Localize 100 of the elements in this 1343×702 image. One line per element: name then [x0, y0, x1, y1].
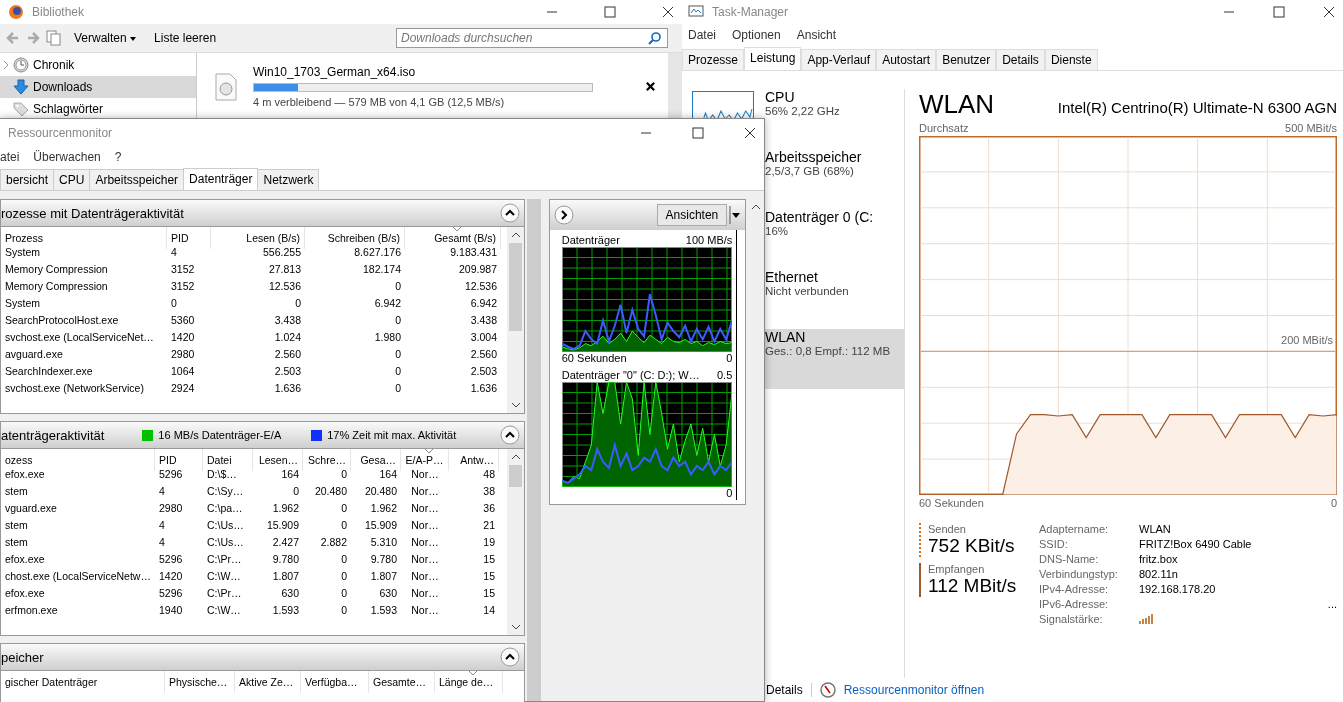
table-cell-text: 0 [340, 603, 348, 618]
column-header[interactable]: Lesen (B/s) [211, 227, 305, 249]
tab[interactable]: Autostart [876, 49, 937, 70]
table-cell-text: chost.exe (LocalServiceNetw… [4, 569, 152, 584]
tab[interactable]: Dienste [1044, 49, 1098, 70]
column-header[interactable]: E/A-P… [401, 449, 449, 471]
views-button[interactable]: Ansichten [656, 204, 728, 226]
sidebar-item[interactable]: Schlagwörter [33, 98, 104, 120]
sidebar-item[interactable]: Chronik [33, 54, 75, 76]
table-cell-text: 5296 [158, 552, 184, 567]
section-header[interactable]: atenträgeraktivität 16 MB/s Datenträger-E/A 17% Zeit mit max. Aktivität [0, 421, 525, 449]
tab[interactable]: Details [996, 49, 1045, 70]
table-cell-text: 15 [482, 552, 496, 567]
tab[interactable]: App-Verlauf [801, 49, 877, 70]
tab[interactable]: Leistung [744, 47, 802, 70]
search-field[interactable]: Downloads durchsuchen [396, 28, 668, 48]
scrollbar[interactable] [507, 449, 524, 635]
menu-item[interactable]: atei [0, 150, 20, 164]
table-cell-text: 2.882 [319, 535, 348, 550]
table-cell-text: 5360 [170, 313, 196, 328]
column-header[interactable]: Lesen… [253, 449, 303, 471]
column-header[interactable]: PID [155, 449, 203, 471]
resource-item[interactable]: CPU 56% 2,22 GHz [765, 89, 904, 149]
window-title: Bibliothek [32, 5, 85, 19]
dropdown-icon[interactable] [729, 204, 742, 226]
table-cell-text: 0 [394, 347, 402, 362]
table-cell-text: 21 [482, 518, 496, 533]
table-cell-text: 0 [340, 569, 348, 584]
tab[interactable]: Arbeitsspeicher [89, 169, 185, 190]
tab[interactable]: Netzwerk [257, 169, 320, 190]
table-cell-text: C:\pa… [206, 501, 244, 516]
scrollbar[interactable] [507, 227, 524, 413]
column-header[interactable]: Antw… [449, 449, 499, 471]
column-header[interactable]: Länge de… [435, 671, 503, 693]
menu-item[interactable]: Überwachen [33, 150, 101, 164]
table-cell-text: 5296 [158, 586, 184, 601]
menu-item[interactable]: ? [114, 150, 122, 164]
tab[interactable]: Prozesse [682, 49, 745, 70]
column-header[interactable]: PID [167, 227, 211, 249]
scroll-thumb[interactable] [509, 243, 522, 331]
resource-item[interactable]: Arbeitsspeicher 2,5/3,7 GB (68%) [765, 149, 904, 209]
maximize-icon[interactable] [1273, 6, 1285, 18]
scroll-thumb[interactable] [509, 465, 522, 487]
cancel-icon[interactable] [645, 81, 656, 92]
details-link[interactable]: Details [766, 683, 803, 697]
column-header[interactable]: Physische… [165, 671, 235, 693]
table-cell-text: Nor… [410, 552, 440, 567]
resource-monitor-link[interactable]: Ressourcenmonitor öffnen [843, 683, 985, 697]
scroll-down-icon[interactable] [510, 402, 521, 408]
column-header[interactable]: gischer Datenträger [1, 671, 165, 693]
scroll-down-icon[interactable] [510, 624, 521, 630]
tab[interactable]: CPU [53, 169, 91, 190]
column-header[interactable]: Schreiben (B/s) [305, 227, 405, 249]
section-header[interactable]: rozesse mit Datenträgeraktivität [0, 199, 525, 227]
scrollbar[interactable] [527, 199, 541, 701]
column-header[interactable]: Prozess [1, 227, 167, 249]
table-cell-text: vguard.exe [4, 501, 58, 516]
collapse-button[interactable] [500, 425, 520, 445]
collapse-button[interactable] [500, 647, 520, 667]
table-cell-text: 1064 [170, 364, 196, 379]
scroll-up-icon[interactable] [510, 232, 521, 238]
tab[interactable]: bersicht [0, 169, 55, 190]
table-cell-text: C:\Us… [206, 518, 245, 533]
close-icon[interactable] [662, 6, 674, 18]
file-name: Win10_1703_German_x64.iso [253, 65, 417, 79]
clock-icon [13, 57, 29, 73]
manage-button[interactable]: Verwalten [68, 29, 143, 47]
close-icon[interactable] [1323, 6, 1335, 18]
resource-item[interactable]: WLAN Ges.: 0,8 Empf.: 112 MB [765, 329, 904, 389]
resource-item[interactable]: Ethernet Nicht verbunden [765, 269, 904, 329]
scroll-up-icon[interactable] [510, 454, 521, 460]
resource-name: Datenträger 0 (C: [765, 209, 875, 225]
section-header[interactable]: peicher [0, 643, 525, 671]
tab[interactable]: Benutzer [936, 49, 997, 70]
legend-label: 16 MB/s Datenträger-E/A [158, 429, 282, 441]
menu-item[interactable]: Ansicht [796, 28, 837, 42]
collapse-button[interactable] [500, 203, 520, 223]
column-header[interactable]: Schre… [303, 449, 351, 471]
column-header[interactable]: Gesa… [351, 449, 401, 471]
table-cell-text: svchost.exe (NetworkService) [4, 381, 145, 396]
menu-item[interactable]: Datei [688, 28, 716, 42]
column-header[interactable]: ozess [1, 449, 155, 471]
window-title: Task-Manager [712, 5, 789, 19]
column-header[interactable]: Aktive Ze… [235, 671, 301, 693]
column-header[interactable]: Gesamt (B/s) [405, 227, 501, 249]
scrollbar[interactable] [668, 53, 682, 120]
menu-item[interactable]: Optionen [732, 28, 781, 42]
clear-list-button[interactable]: Liste leeren [148, 29, 223, 47]
scroll-up-icon[interactable] [751, 204, 762, 210]
maximize-icon[interactable] [692, 126, 704, 139]
column-header[interactable]: Verfügba… [301, 671, 369, 693]
panel-title: WLAN [919, 89, 995, 120]
table-cell-text: 4 [158, 484, 166, 499]
resource-item[interactable]: Datenträger 0 (C: 16% [765, 209, 904, 269]
table-cell-text: 0 [340, 586, 348, 601]
maximize-icon[interactable] [604, 6, 616, 18]
column-header[interactable]: Gesamte… [369, 671, 435, 693]
close-icon[interactable] [744, 126, 756, 139]
expand-button[interactable] [553, 205, 574, 225]
column-header[interactable]: Datei [203, 449, 253, 471]
